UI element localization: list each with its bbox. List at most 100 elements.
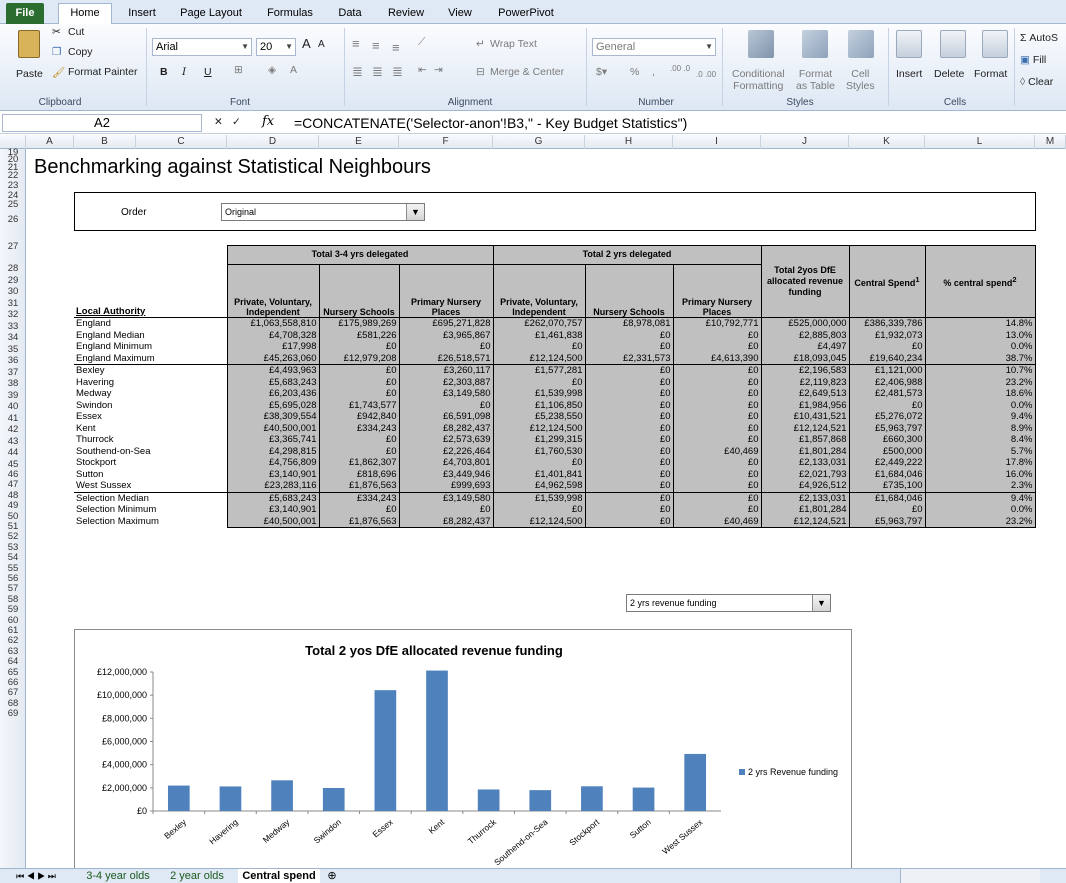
column-header[interactable]: E [319, 135, 399, 149]
value-cell[interactable]: £0 [584, 376, 673, 388]
value-cell[interactable]: £1,063,558,810 [226, 317, 319, 330]
value-cell[interactable]: £999,693 [398, 480, 493, 492]
value-cell[interactable]: £1,932,073 [848, 329, 925, 341]
value-cell[interactable]: £1,577,281 [492, 364, 585, 377]
value-cell[interactable]: £0 [584, 504, 673, 516]
column-header[interactable]: F [399, 135, 493, 149]
merge-center-button[interactable]: Merge & Center [490, 66, 564, 78]
local-authority-cell[interactable]: Southend-on-Sea [74, 445, 227, 457]
value-cell[interactable]: £10,431,521 [760, 411, 849, 423]
value-cell[interactable]: £2,885,803 [760, 329, 849, 341]
bar-southend-on-sea[interactable] [529, 790, 552, 811]
row-header[interactable]: 41 [0, 413, 26, 425]
row-header[interactable]: 39 [0, 390, 26, 402]
value-cell[interactable]: £2,449,222 [848, 457, 925, 469]
tab-data[interactable]: Data [330, 4, 370, 24]
row-header[interactable]: 69 [0, 708, 26, 719]
value-cell[interactable]: £0 [672, 491, 761, 504]
value-cell[interactable]: £0 [672, 468, 761, 480]
value-cell[interactable]: £5,683,243 [226, 376, 319, 388]
value-cell[interactable]: £4,493,963 [226, 364, 319, 377]
column-header[interactable]: H [585, 135, 673, 149]
value-cell[interactable]: £3,149,580 [398, 388, 493, 400]
tab-formulas[interactable]: Formulas [258, 4, 322, 24]
bar-bexley[interactable] [167, 785, 190, 811]
value-cell[interactable]: £0 [672, 329, 761, 341]
value-cell[interactable]: £581,226 [318, 329, 399, 341]
wrap-text-button[interactable]: Wrap Text [490, 38, 537, 50]
value-cell[interactable]: £1,743,577 [318, 399, 399, 411]
value-cell[interactable]: £19,640,234 [848, 352, 925, 365]
value-cell[interactable]: £0 [318, 445, 399, 457]
insert-cells-button[interactable]: Insert [896, 68, 922, 80]
value-cell[interactable]: £1,760,530 [492, 445, 585, 457]
tab-review[interactable]: Review [378, 4, 434, 24]
align-middle-icon[interactable]: ≡ [372, 38, 380, 53]
conditional-formatting-button[interactable]: Conditional Formatting [732, 68, 785, 92]
clear-button[interactable]: ◊ Clear [1020, 76, 1053, 88]
value-cell[interactable]: £0 [672, 457, 761, 469]
new-sheet-icon[interactable]: ⊕ [320, 869, 344, 883]
value-cell[interactable]: £0 [672, 388, 761, 400]
value-cell[interactable]: 16.0% [924, 468, 1036, 480]
format-cells-button[interactable]: Format [974, 68, 1007, 80]
tab-powerpivot[interactable]: PowerPivot [490, 4, 562, 24]
row-header[interactable]: 40 [0, 401, 26, 413]
value-cell[interactable]: £2,021,793 [760, 468, 849, 480]
row-header[interactable]: 29 [0, 275, 26, 287]
value-cell[interactable]: £0 [584, 341, 673, 353]
value-cell[interactable]: £1,299,315 [492, 434, 585, 446]
tab-insert[interactable]: Insert [118, 4, 166, 24]
value-cell[interactable]: £942,840 [318, 411, 399, 423]
row-header[interactable]: 30 [0, 286, 26, 298]
currency-icon[interactable]: $▾ [596, 66, 607, 78]
value-cell[interactable]: £0 [584, 468, 673, 480]
sheet-nav-arrows[interactable]: ⏮ ◀ ▶ ⏭ [6, 869, 66, 883]
italic-button[interactable]: I [182, 66, 186, 78]
value-cell[interactable]: £45,263,060 [226, 352, 319, 365]
local-authority-cell[interactable]: Bexley [74, 364, 227, 377]
value-cell[interactable]: £0 [318, 364, 399, 377]
value-cell[interactable]: £386,339,786 [848, 317, 925, 330]
value-cell[interactable]: 8.9% [924, 422, 1036, 434]
sheet-tab-central-spend[interactable]: Central spend [238, 869, 320, 883]
bar-medway[interactable] [271, 780, 293, 811]
value-cell[interactable]: £0 [584, 388, 673, 400]
value-cell[interactable]: £1,106,850 [492, 399, 585, 411]
value-cell[interactable]: £2,133,031 [760, 491, 849, 504]
value-cell[interactable]: £3,260,117 [398, 364, 493, 377]
row-header[interactable]: 36 [0, 355, 26, 367]
row-header[interactable]: 38 [0, 378, 26, 390]
local-authority-cell[interactable]: Swindon [74, 399, 227, 411]
value-cell[interactable]: £1,684,046 [848, 491, 925, 504]
value-cell[interactable]: £3,365,741 [226, 434, 319, 446]
local-authority-cell[interactable]: Selection Maximum [74, 515, 227, 528]
value-cell[interactable]: 2.3% [924, 480, 1036, 492]
cell-styles-button[interactable]: Cell Styles [846, 68, 875, 92]
bold-button[interactable]: B [160, 66, 168, 78]
value-cell[interactable]: 0.0% [924, 399, 1036, 411]
value-cell[interactable]: £0 [584, 491, 673, 504]
value-cell[interactable]: £0 [584, 364, 673, 377]
column-header[interactable]: K [849, 135, 925, 149]
value-cell[interactable]: 38.7% [924, 352, 1036, 365]
cancel-formula-icon[interactable]: ✕ [214, 116, 223, 128]
value-cell[interactable]: 5.7% [924, 445, 1036, 457]
value-cell[interactable]: £5,963,797 [848, 515, 925, 528]
value-cell[interactable]: £3,449,946 [398, 468, 493, 480]
value-cell[interactable]: £40,500,001 [226, 515, 319, 528]
value-cell[interactable]: £12,124,500 [492, 515, 585, 528]
value-cell[interactable]: £0 [318, 434, 399, 446]
value-cell[interactable]: £0 [584, 411, 673, 423]
value-cell[interactable]: £0 [318, 376, 399, 388]
value-cell[interactable]: £0 [672, 364, 761, 377]
value-cell[interactable]: £8,978,081 [584, 317, 673, 330]
increase-indent-icon[interactable]: ⇥ [434, 64, 443, 76]
column-header[interactable]: G [493, 135, 585, 149]
align-right-icon[interactable]: ≣ [392, 64, 403, 80]
row-header[interactable]: 43 [0, 436, 26, 448]
value-cell[interactable]: £1,121,000 [848, 364, 925, 377]
value-cell[interactable]: £38,309,554 [226, 411, 319, 423]
value-cell[interactable]: £0 [672, 341, 761, 353]
value-cell[interactable]: £0 [672, 480, 761, 492]
